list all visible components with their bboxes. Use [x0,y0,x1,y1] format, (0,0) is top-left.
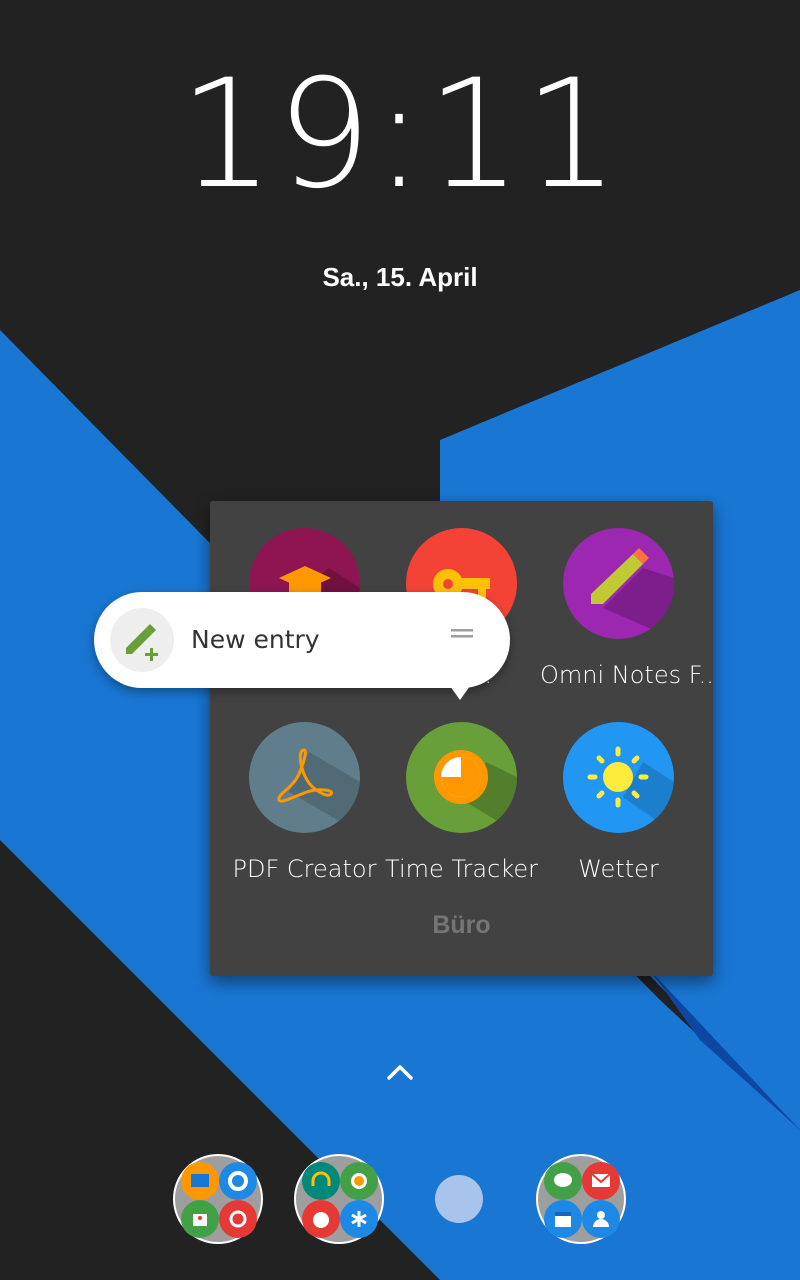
asterisk-icon [340,1200,378,1238]
acrobat-icon [249,722,360,833]
dock-placeholder-circle[interactable] [435,1175,483,1223]
mail-icon [582,1162,620,1200]
pencil-icon [563,528,674,639]
shortcut-new-entry[interactable]: New entry [191,625,320,654]
sync-icon [219,1200,257,1238]
folder-name[interactable]: Büro [210,911,713,940]
chevron-up-icon[interactable] [384,1060,416,1084]
email-app-icon [181,1162,219,1200]
dock-folder-3[interactable] [536,1154,626,1244]
app-weather[interactable]: Wetter [540,722,697,883]
app-pdf-creator[interactable]: PDF Creator [226,722,383,883]
headphones-icon [302,1162,340,1200]
dock-folder-2[interactable] [294,1154,384,1244]
timer-icon [406,722,517,833]
shopping-bag-icon [181,1200,219,1238]
chat-icon [544,1162,582,1200]
app-omni-notes[interactable]: Omni Notes F.. [540,528,714,689]
gear-icon [219,1162,257,1200]
app-time-tracker[interactable]: Time Tracker [383,722,540,883]
clock-time: 19:11 [178,48,622,222]
app-label: Time Tracker [385,855,538,883]
app-label: Wetter [578,855,659,883]
cat-icon [302,1200,340,1238]
add-note-icon [110,608,174,672]
calendar-icon [544,1200,582,1238]
browser-icon [340,1162,378,1200]
shortcut-popup: New entry [94,592,510,700]
popup-pointer [450,686,470,700]
sun-icon [563,722,674,833]
dock-folder-1[interactable] [173,1154,263,1244]
app-label: PDF Creator [232,855,377,883]
drag-handle-icon[interactable] [451,628,473,640]
clock-date: Sa., 15. April [322,262,478,292]
folder-panel: ..nd.. Omni Notes F.. PDF Creator [210,501,714,976]
app-label: Omni Notes F.. [540,661,714,689]
contacts-icon [582,1200,620,1238]
